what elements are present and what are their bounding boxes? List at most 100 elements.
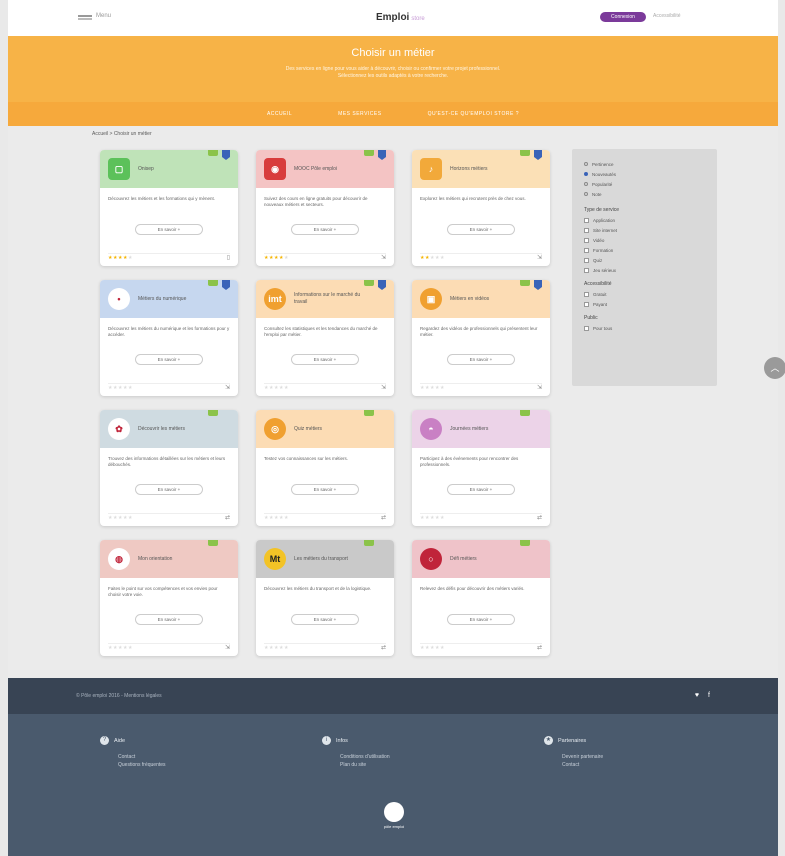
filter-checkbox[interactable]: Pour tous — [584, 323, 705, 333]
star-icon[interactable]: ★ — [128, 385, 133, 391]
share-icon[interactable]: ⇲ — [225, 384, 230, 391]
learn-more-button[interactable]: En savoir + — [291, 484, 359, 495]
heart-icon[interactable]: ♥ — [695, 692, 699, 699]
breadcrumb[interactable]: Accueil > Choisir un métier — [92, 131, 152, 137]
scroll-top-button[interactable]: ︿ — [764, 357, 785, 379]
service-card[interactable]: ▢ Onisep Découvrez les métiers et les fo… — [100, 150, 238, 266]
sort-option[interactable]: Nouveautés — [584, 169, 705, 179]
share-icon[interactable]: ⇲ — [537, 254, 542, 261]
filter-label: Vidéo — [593, 237, 605, 243]
share-icon[interactable]: ⇲ — [381, 384, 386, 391]
chat-icon[interactable]: ⇄ — [225, 514, 230, 521]
service-card[interactable]: ◍ Mon orientation Faites le point sur vo… — [100, 540, 238, 656]
radio-icon — [584, 172, 588, 176]
service-card[interactable]: ◎ Quiz métiers Testez vos connaissances … — [256, 410, 394, 526]
footer-link[interactable]: Plan du site — [340, 761, 390, 769]
star-icon[interactable]: ★ — [440, 645, 445, 651]
footer-link[interactable]: Questions fréquentes — [118, 761, 166, 769]
learn-more-button[interactable]: En savoir + — [135, 354, 203, 365]
star-icon[interactable]: ★ — [128, 255, 133, 261]
service-card[interactable]: ✿ Découvrir les métiers Trouvez des info… — [100, 410, 238, 526]
star-icon[interactable]: ★ — [284, 515, 289, 521]
filter-checkbox[interactable]: Jeu sérieux — [584, 265, 705, 275]
service-card[interactable]: ◓ Journées métiers Participez à des évén… — [412, 410, 550, 526]
learn-more-button[interactable]: En savoir + — [447, 224, 515, 235]
service-logo: ▢ — [108, 158, 130, 180]
service-card[interactable]: Mt Les métiers du transport Découvrez le… — [256, 540, 394, 656]
learn-more-button[interactable]: En savoir + — [447, 354, 515, 365]
learn-more-button[interactable]: En savoir + — [291, 224, 359, 235]
share-icon[interactable]: ⇲ — [537, 384, 542, 391]
learn-more-button[interactable]: En savoir + — [135, 484, 203, 495]
filter-checkbox[interactable]: Formation — [584, 245, 705, 255]
service-card[interactable]: imt Informations sur le marché du travai… — [256, 280, 394, 396]
star-icon[interactable]: ★ — [440, 255, 445, 261]
star-icon[interactable]: ★ — [128, 645, 133, 651]
filter-checkbox[interactable]: Application — [584, 215, 705, 225]
rating-stars[interactable]: ★★★★★ — [420, 645, 445, 651]
chat-icon[interactable]: ⇄ — [381, 644, 386, 651]
footer-link[interactable]: Devenir partenaire — [562, 753, 603, 761]
service-card[interactable]: ▣ Métiers en vidéos Regardez des vidéos … — [412, 280, 550, 396]
learn-more-button[interactable]: En savoir + — [135, 224, 203, 235]
chat-icon[interactable]: ⇄ — [381, 514, 386, 521]
brand-logo[interactable]: Emploi store — [376, 12, 425, 23]
rating-stars[interactable]: ★★★★★ — [264, 645, 289, 651]
star-icon[interactable]: ★ — [440, 385, 445, 391]
service-name: Les métiers du transport — [294, 555, 348, 562]
rating-stars[interactable]: ★★★★★ — [108, 515, 133, 521]
pole-emploi-logo[interactable] — [384, 802, 404, 822]
learn-more-button[interactable]: En savoir + — [447, 614, 515, 625]
star-icon[interactable]: ★ — [284, 645, 289, 651]
card-footer: ★★★★★ ⇲ — [420, 253, 542, 261]
filter-checkbox[interactable]: Site internet — [584, 225, 705, 235]
bookmark-icon[interactable]: ▯ — [227, 254, 230, 261]
label-ribbon-icon — [378, 280, 386, 290]
learn-more-button[interactable]: En savoir + — [291, 354, 359, 365]
accessibility-link[interactable]: Accessibilité — [653, 13, 681, 19]
learn-more-button[interactable]: En savoir + — [447, 484, 515, 495]
service-card[interactable]: • Métiers du numérique Découvrez les mét… — [100, 280, 238, 396]
star-icon[interactable]: ★ — [440, 515, 445, 521]
rating-stars[interactable]: ★★★★★ — [108, 385, 133, 391]
service-name: MOOC Pôle emploi — [294, 165, 338, 172]
rating-stars[interactable]: ★★★★★ — [108, 645, 133, 651]
chat-icon[interactable]: ⇄ — [537, 644, 542, 651]
star-icon[interactable]: ★ — [284, 385, 289, 391]
filter-checkbox[interactable]: Quiz — [584, 255, 705, 265]
learn-more-button[interactable]: En savoir + — [291, 614, 359, 625]
share-icon[interactable]: ⇲ — [225, 644, 230, 651]
subnav-my-services[interactable]: MES SERVICES — [338, 111, 381, 117]
chat-icon[interactable]: ⇄ — [537, 514, 542, 521]
service-name: Onisep — [138, 165, 154, 172]
service-card[interactable]: ◉ MOOC Pôle emploi Suivez des cours en l… — [256, 150, 394, 266]
subnav-about[interactable]: QU'EST-CE QU'EMPLOI STORE ? — [428, 111, 519, 117]
rating-stars[interactable]: ★★★★★ — [420, 515, 445, 521]
rating-stars[interactable]: ★★★★★ — [420, 385, 445, 391]
share-icon[interactable]: ⇲ — [381, 254, 386, 261]
sort-option[interactable]: Pertinence — [584, 159, 705, 169]
filter-checkbox[interactable]: Payant — [584, 299, 705, 309]
rating-stars[interactable]: ★★★★★ — [264, 385, 289, 391]
footer-link[interactable]: Contact — [562, 761, 603, 769]
sort-option[interactable]: Popularité — [584, 179, 705, 189]
rating-stars[interactable]: ★★★★★ — [108, 255, 133, 261]
service-card[interactable]: ♪ Horizons métiers Explorez les métiers … — [412, 150, 550, 266]
rating-stars[interactable]: ★★★★★ — [264, 515, 289, 521]
footer-link[interactable]: Conditions d'utilisation — [340, 753, 390, 761]
star-icon[interactable]: ★ — [128, 515, 133, 521]
service-card[interactable]: ○ Défi métiers Relevez des défis pour dé… — [412, 540, 550, 656]
facebook-icon[interactable]: f — [708, 692, 710, 699]
subnav-home[interactable]: ACCUEIL — [267, 111, 292, 117]
learn-more-button[interactable]: En savoir + — [135, 614, 203, 625]
footer-link[interactable]: Contact — [118, 753, 166, 761]
rating-stars[interactable]: ★★★★★ — [420, 255, 445, 261]
footer-column-header: ? Aide — [100, 736, 166, 745]
star-icon[interactable]: ★ — [284, 255, 289, 261]
connect-button[interactable]: Connexion — [600, 12, 646, 22]
filter-checkbox[interactable]: Gratuit — [584, 289, 705, 299]
menu-button[interactable]: Menu — [78, 13, 111, 19]
sort-option[interactable]: Note — [584, 189, 705, 199]
filter-checkbox[interactable]: Vidéo — [584, 235, 705, 245]
rating-stars[interactable]: ★★★★★ — [264, 255, 289, 261]
